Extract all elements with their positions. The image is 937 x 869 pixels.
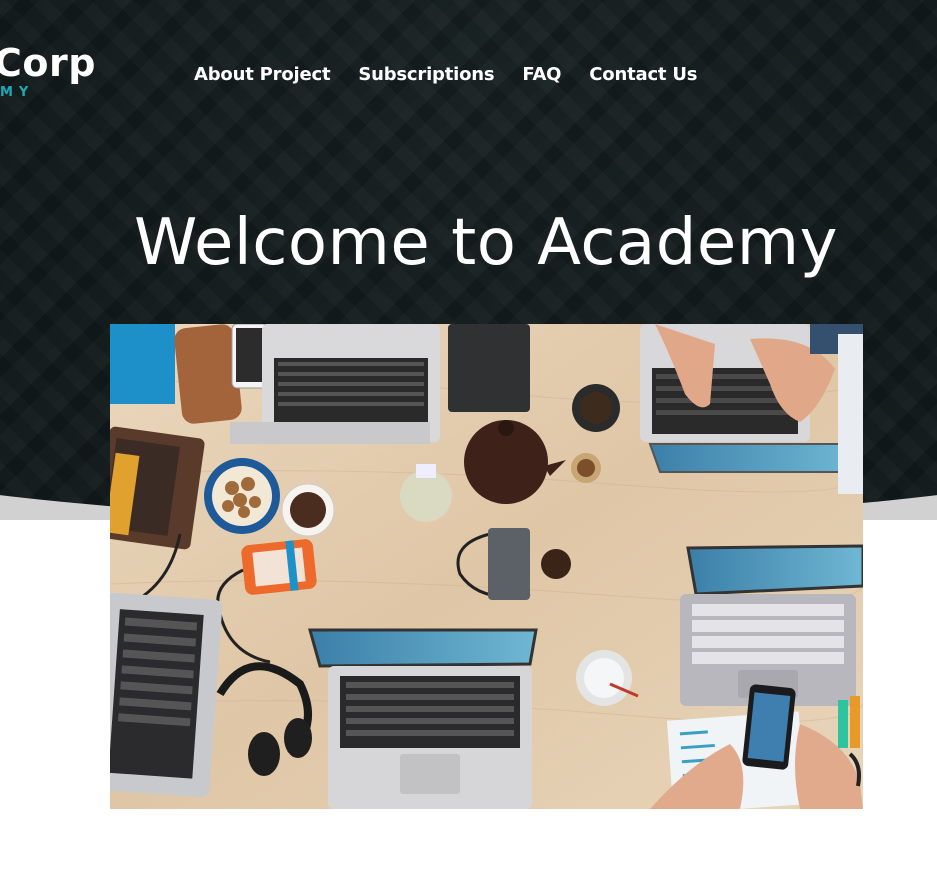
hero-title: Welcome to Academy (134, 206, 838, 280)
main-nav: About Project Subscriptions FAQ Contact … (194, 64, 725, 85)
nav-item-contact-us[interactable]: Contact Us (589, 64, 697, 85)
hero-image (110, 324, 863, 809)
logo-word: Corp (0, 41, 96, 85)
nav-item-faq[interactable]: FAQ (522, 64, 561, 85)
nav-item-subscriptions[interactable]: Subscriptions (358, 64, 494, 85)
logo-subtitle: MY (0, 85, 35, 100)
logo[interactable]: Corp MY (0, 44, 96, 99)
nav-item-about-project[interactable]: About Project (194, 64, 331, 85)
page: Corp MY About Project Subscriptions FAQ … (0, 0, 937, 869)
